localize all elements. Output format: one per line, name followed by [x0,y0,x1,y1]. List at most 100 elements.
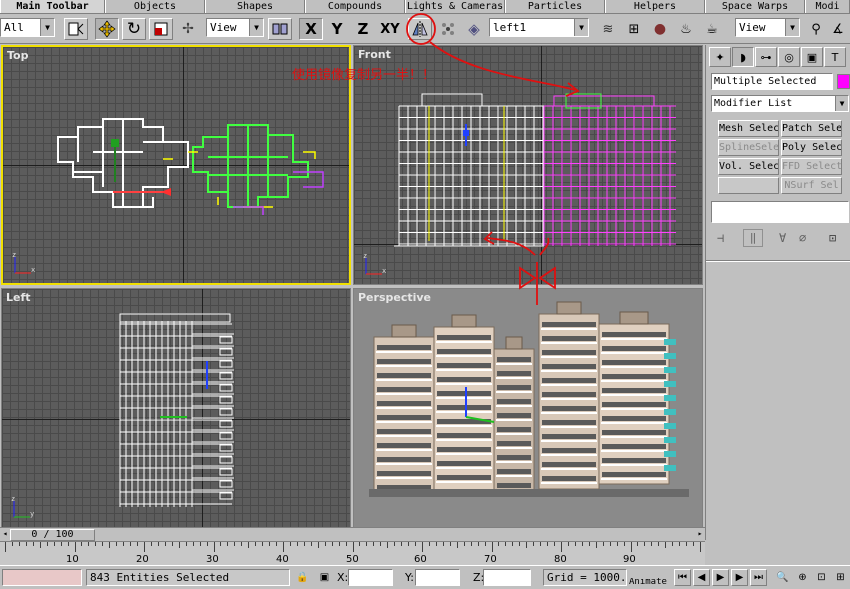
tab-main-toolbar[interactable]: Main Toolbar [0,0,105,13]
previous-frame-icon[interactable]: ◀ [693,569,710,586]
ffd-select-button[interactable]: FFD Select [781,158,842,175]
restrict-y-button[interactable]: Y [325,18,349,40]
angle-snap-button[interactable]: ∡ [828,18,848,40]
select-rotate-button[interactable]: ↻ [122,18,146,40]
viewport-left[interactable]: z y Left [1,288,351,528]
next-frame-icon[interactable]: ▶ [731,569,748,586]
select-scale-button[interactable] [149,18,173,40]
x-coordinate-field[interactable] [348,569,393,586]
chevron-down-icon[interactable]: ▼ [785,19,799,36]
reference-coordinate-value: View [210,21,237,34]
tab-space-warps[interactable]: Space Warps [705,0,805,13]
z-coordinate-field[interactable] [483,569,531,586]
chevron-down-icon[interactable]: ▼ [835,96,848,111]
y-coordinate-field[interactable] [415,569,460,586]
time-slider-thumb[interactable]: 0 / 100 [10,529,95,541]
schematic-view-button[interactable]: ⊞ [622,18,646,40]
chevron-down-icon[interactable]: ▼ [249,19,263,36]
play-icon[interactable]: ▶ [712,569,729,586]
snap-toggle-button[interactable]: ⚲ [806,18,826,40]
zoom-all-icon[interactable]: ⊕ [794,569,811,586]
reference-coordinate-dropdown[interactable]: View ▼ [206,18,264,37]
mesh-select-button[interactable]: Mesh Select [718,120,779,137]
manipulate-button[interactable]: ✢ [176,18,200,40]
poly-select-button[interactable]: Poly Select [781,139,842,156]
vol-select-button[interactable]: Vol. Select [718,158,779,175]
utilities-tab[interactable]: T [824,47,846,67]
viewport-label-top[interactable]: Top [7,49,28,62]
create-tab[interactable]: ✦ [709,47,731,67]
empty-modifier-button[interactable] [718,177,779,194]
restrict-xy-button[interactable]: XY [377,18,403,40]
viewport-label-left[interactable]: Left [6,291,31,304]
tick-label: 50 [346,554,359,565]
animate-button[interactable]: Animate [629,578,671,589]
zoom-extents-all-icon[interactable]: ⊞ [832,569,849,586]
zoom-icon[interactable]: 🔍 [774,569,791,586]
restrict-z-button[interactable]: Z [351,18,375,40]
reference-coordinate-dropdown-2[interactable]: View ▼ [735,18,800,37]
hierarchy-tab[interactable]: ⊶ [755,47,777,67]
tick-label: 20 [136,554,149,565]
remove-modifier-icon[interactable]: ⌀ [799,231,806,245]
object-color-swatch[interactable] [837,74,850,89]
tab-modifiers[interactable]: Modi [805,0,850,13]
absolute-transform-icon[interactable]: ▣ [316,569,333,586]
pivot-center-button[interactable] [268,18,292,40]
curve-editor-button[interactable]: ≋ [596,18,620,40]
configure-modifier-sets-icon[interactable]: ⊡ [829,231,836,245]
spline-select-button[interactable]: SplineSelect [718,139,779,156]
tab-particles[interactable]: Particles [505,0,605,13]
chevron-down-icon[interactable]: ▼ [574,19,588,36]
reference-coordinate-value-2: View [739,21,766,34]
tab-shapes[interactable]: Shapes [205,0,305,13]
time-slider[interactable]: ◂ 0 / 100 ▸ [0,527,705,541]
make-unique-icon[interactable]: ∀ [779,231,786,245]
object-name-field[interactable]: Multiple Selected [711,73,833,90]
go-to-start-icon[interactable]: ⏮ [674,569,691,586]
arrow-right-icon[interactable]: ▸ [695,529,705,541]
pin-stack-icon[interactable]: ⊣ [717,231,724,245]
selection-filter-dropdown[interactable]: All ▼ [0,18,55,37]
named-selection-dropdown[interactable]: left1 ▼ [489,18,589,37]
viewport-label-front[interactable]: Front [358,48,391,61]
track-bar[interactable]: 10 20 30 40 50 60 70 80 90 [0,541,705,565]
show-end-result-icon[interactable]: ‖ [743,229,763,247]
motion-icon: ◎ [784,50,794,64]
align-button[interactable]: ◈ [462,18,486,40]
tab-compounds[interactable]: Compounds [305,0,405,13]
go-to-end-icon[interactable]: ⏭ [750,569,767,586]
tick-label: 10 [66,554,79,565]
svg-text:z: z [12,251,16,259]
quick-render-button[interactable]: ☕ [700,18,724,40]
render-setup-button[interactable]: ♨ [674,18,698,40]
array-icon [442,23,454,35]
manipulate-icon: ✢ [182,21,194,37]
tab-helpers[interactable]: Helpers [605,0,705,13]
viewport-perspective[interactable]: Perspective [353,288,703,528]
restrict-x-button[interactable]: X [299,18,323,40]
viewport-label-perspective[interactable]: Perspective [358,291,431,304]
maxscript-listener[interactable] [2,569,82,586]
select-by-name-icon [68,22,84,36]
command-panel: ✦ ◗ ⊶ ◎ ▣ T Multiple Selected Modifier L… [705,45,850,540]
motion-tab[interactable]: ◎ [778,47,800,67]
chevron-down-icon[interactable]: ▼ [40,19,54,36]
array-button[interactable] [436,18,460,40]
select-move-button[interactable] [95,18,119,40]
lock-selection-icon[interactable]: 🔒 [294,569,311,586]
arrow-left-icon[interactable]: ◂ [0,529,10,541]
stack-controls: ⊣ ‖ ∀ ⌀ ⊡ [711,229,849,249]
tab-objects[interactable]: Objects [105,0,205,13]
zoom-extents-icon[interactable]: ⊡ [813,569,830,586]
nsurf-sel-button[interactable]: NSurf Sel [781,177,842,194]
modifier-stack-list[interactable] [711,201,849,223]
modifier-list-dropdown[interactable]: Modifier List ▼ [711,95,849,112]
tab-lights-cameras[interactable]: Lights & Cameras [405,0,505,13]
display-tab[interactable]: ▣ [801,47,823,67]
patch-select-button[interactable]: Patch Select [781,120,842,137]
material-editor-button[interactable]: ● [648,18,672,40]
select-by-name-button[interactable] [64,18,88,40]
modify-tab[interactable]: ◗ [732,47,754,67]
mirror-button[interactable] [408,18,432,40]
